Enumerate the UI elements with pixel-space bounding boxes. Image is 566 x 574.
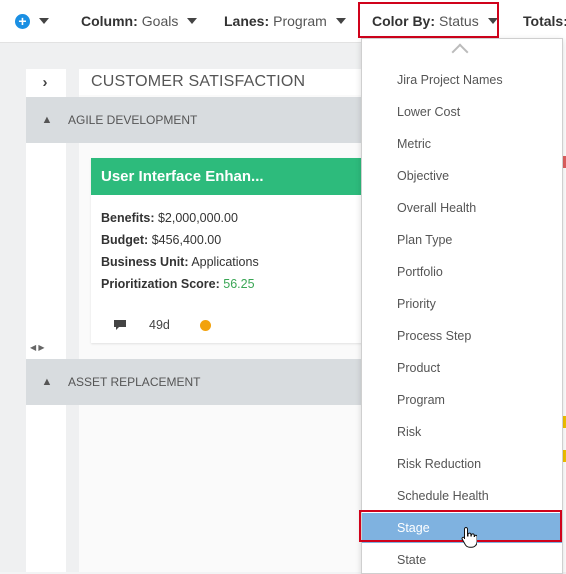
score-label: Prioritization Score: bbox=[101, 277, 220, 291]
benefits-label: Benefits: bbox=[101, 211, 155, 225]
dropdown-option-product[interactable]: Product bbox=[362, 353, 562, 383]
column-gutter bbox=[26, 69, 66, 572]
lanes-value: Program bbox=[273, 13, 327, 29]
status-dot bbox=[199, 319, 211, 331]
chevron-up-icon: ▲ bbox=[41, 114, 53, 126]
card-title: User Interface Enhan... bbox=[91, 158, 371, 195]
column-value: Goals bbox=[141, 13, 179, 29]
scroll-up-icon[interactable] bbox=[451, 43, 469, 61]
totals-label: Totals: bbox=[523, 13, 566, 29]
lane-title: ASSET REPLACEMENT bbox=[68, 375, 201, 389]
budget-label: Budget: bbox=[101, 233, 149, 247]
expand-columns-button[interactable]: › bbox=[26, 70, 64, 94]
comment-icon[interactable] bbox=[113, 319, 127, 331]
dropdown-option-portfolio[interactable]: Portfolio bbox=[362, 257, 562, 287]
card-footer: 49d bbox=[113, 318, 211, 332]
business-unit-value: Applications bbox=[191, 255, 259, 269]
add-menu-button[interactable]: + bbox=[15, 0, 49, 42]
dropdown-option-metric[interactable]: Metric bbox=[362, 129, 562, 159]
dropdown-option-schedule-health[interactable]: Schedule Health bbox=[362, 481, 562, 511]
dropdown-option-objective[interactable]: Objective bbox=[362, 161, 562, 191]
chevron-up-icon: ▲ bbox=[41, 376, 53, 388]
hand-cursor-icon bbox=[461, 526, 477, 548]
dropdown-option-state[interactable]: State bbox=[362, 545, 562, 573]
card-budget: Budget: $456,400.00 bbox=[101, 233, 221, 247]
column-title: CUSTOMER SATISFACTION bbox=[79, 69, 369, 95]
benefits-value: $2,000,000.00 bbox=[157, 211, 238, 225]
lane-title: AGILE DEVELOPMENT bbox=[68, 113, 198, 127]
horizontal-scroll-arrows[interactable]: ◀ ▶ bbox=[30, 343, 45, 352]
chevron-right-icon: › bbox=[42, 73, 48, 91]
card[interactable]: User Interface Enhan... Benefits: $2,000… bbox=[91, 158, 371, 343]
chevron-down-icon bbox=[39, 18, 49, 24]
chevron-down-icon bbox=[187, 18, 198, 24]
dropdown-option-program[interactable]: Program bbox=[362, 385, 562, 415]
card-score: Prioritization Score: 56.25 bbox=[101, 277, 255, 291]
dropdown-option-plan-type[interactable]: Plan Type bbox=[362, 225, 562, 255]
dropdown-option-risk-reduction[interactable]: Risk Reduction bbox=[362, 449, 562, 479]
score-value: 56.25 bbox=[223, 277, 255, 291]
color-by-dropdown: Jira Project Names Lower Cost Metric Object… bbox=[361, 38, 563, 574]
lane-header-agile-development[interactable]: ▲ AGILE DEVELOPMENT bbox=[26, 97, 371, 143]
dropdown-option-process-step[interactable]: Process Step bbox=[362, 321, 562, 351]
budget-value: $456,400.00 bbox=[151, 233, 222, 247]
chevron-down-icon bbox=[335, 18, 346, 24]
card-benefits: Benefits: $2,000,000.00 bbox=[101, 211, 238, 225]
dropdown-option-jira-project-names[interactable]: Jira Project Names bbox=[362, 65, 562, 95]
plus-icon: + bbox=[15, 13, 30, 29]
totals-selector[interactable]: Totals: bbox=[523, 0, 566, 42]
dropdown-option-priority[interactable]: Priority bbox=[362, 289, 562, 319]
column-label: Column: bbox=[81, 13, 138, 29]
business-unit-label: Business Unit: bbox=[101, 255, 189, 269]
card-business-unit: Business Unit: Applications bbox=[101, 255, 259, 269]
lanes-selector[interactable]: Lanes: Program bbox=[224, 0, 346, 42]
dropdown-option-overall-health[interactable]: Overall Health bbox=[362, 193, 562, 223]
column-selector[interactable]: Column: Goals bbox=[81, 0, 198, 42]
lanes-label: Lanes: bbox=[224, 13, 270, 29]
dropdown-option-risk[interactable]: Risk bbox=[362, 417, 562, 447]
card-age: 49d bbox=[149, 318, 170, 332]
color-by-highlight bbox=[358, 2, 499, 38]
dropdown-option-lower-cost[interactable]: Lower Cost bbox=[362, 97, 562, 127]
lane-header-asset-replacement[interactable]: ▲ ASSET REPLACEMENT bbox=[26, 359, 371, 405]
